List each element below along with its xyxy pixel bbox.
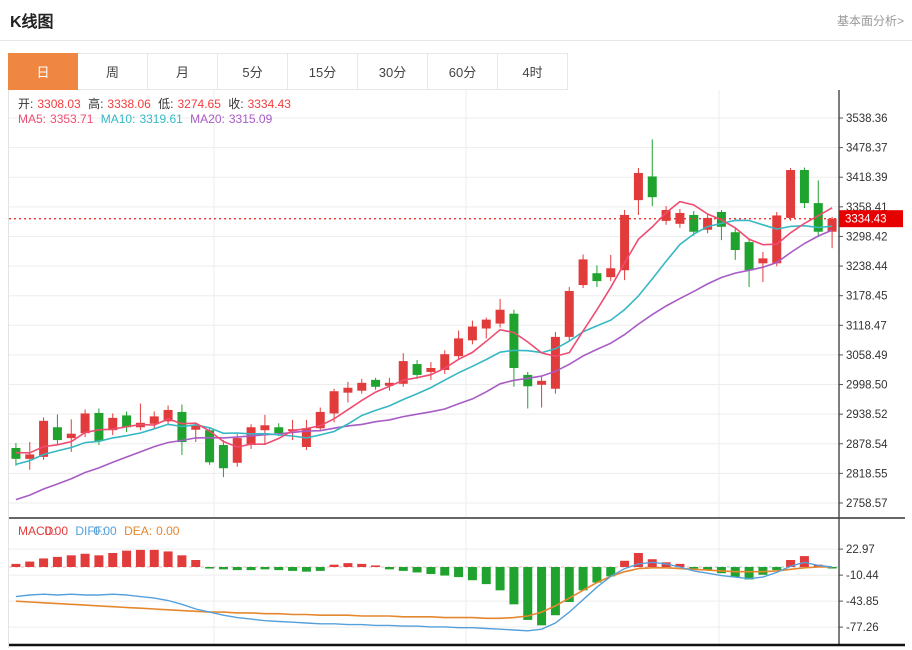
tab-30min[interactable]: 30分: [358, 53, 428, 90]
open-label: 开:: [18, 97, 33, 111]
svg-text:2998.50: 2998.50: [846, 380, 888, 392]
ma10-label: MA10:: [101, 112, 136, 126]
dea-value: 0.00: [156, 524, 179, 538]
kline-page: K线图 基本面分析> 日周月5分15分30分60分4时 3538.36 3478.…: [0, 0, 912, 650]
svg-text:3118.47: 3118.47: [846, 320, 887, 332]
ma5-label: MA5:: [18, 112, 46, 126]
tab-month[interactable]: 月: [148, 53, 218, 90]
svg-text:22.97: 22.97: [846, 544, 875, 556]
svg-text:3178.45: 3178.45: [846, 291, 888, 303]
macd-value: 0.00: [45, 524, 68, 538]
dea-label: DEA:: [124, 524, 152, 538]
macd-readout: MACD:0.00 DIFF:0.00 DEA:0.00: [18, 524, 183, 538]
svg-text:-43.85: -43.85: [846, 596, 879, 608]
svg-text:3334.43: 3334.43: [845, 214, 887, 226]
close-value: 3334.43: [248, 97, 291, 111]
svg-text:-77.26: -77.26: [846, 622, 879, 634]
tab-week[interactable]: 周: [78, 53, 148, 90]
svg-text:2878.54: 2878.54: [846, 439, 888, 451]
current-price-tag: 3334.43: [839, 210, 903, 227]
tab-day[interactable]: 日: [8, 53, 78, 90]
svg-text:2938.52: 2938.52: [846, 409, 888, 421]
low-value: 3274.65: [178, 97, 221, 111]
ma20-value: 3315.09: [229, 112, 272, 126]
tab-15min[interactable]: 15分: [288, 53, 358, 90]
kline-chart: 3538.363478.373418.393358.413298.423238.…: [9, 90, 905, 648]
svg-text:3418.39: 3418.39: [846, 172, 888, 184]
period-tabs: 日周月5分15分30分60分4时: [8, 53, 568, 90]
close-label: 收:: [228, 97, 243, 111]
svg-text:2818.55: 2818.55: [846, 468, 888, 480]
svg-text:-10.44: -10.44: [846, 570, 879, 582]
svg-text:3538.36: 3538.36: [846, 113, 888, 125]
svg-text:3298.42: 3298.42: [846, 231, 888, 243]
svg-text:2758.57: 2758.57: [846, 498, 888, 510]
ma-readout: MA5: 3353.71 MA10:3319.61 MA20: 3315.09: [18, 112, 276, 126]
diff-value: 0.00: [93, 524, 116, 538]
svg-text:3238.44: 3238.44: [846, 261, 888, 273]
svg-text:3058.49: 3058.49: [846, 350, 888, 362]
page-title: K线图: [10, 8, 54, 32]
fundamental-analysis-link[interactable]: 基本面分析>: [837, 12, 904, 29]
tab-60min[interactable]: 60分: [428, 53, 498, 90]
header-divider: [0, 40, 912, 41]
high-value: 3338.06: [107, 97, 150, 111]
svg-text:3478.37: 3478.37: [846, 143, 888, 155]
tab-4hour[interactable]: 4时: [498, 53, 568, 90]
high-label: 高:: [88, 97, 103, 111]
ohlc-readout: 开: 3308.03 高: 3338.06 低: 3274.65 收: 3334.43: [18, 95, 295, 112]
ma20-label: MA20:: [190, 112, 225, 126]
low-label: 低:: [158, 97, 173, 111]
tab-5min[interactable]: 5分: [218, 53, 288, 90]
open-value: 3308.03: [37, 97, 80, 111]
chart-container: 3538.363478.373418.393358.413298.423238.…: [8, 90, 904, 648]
ma5-value: 3353.71: [50, 112, 93, 126]
ma10-value: 3319.61: [139, 112, 182, 126]
